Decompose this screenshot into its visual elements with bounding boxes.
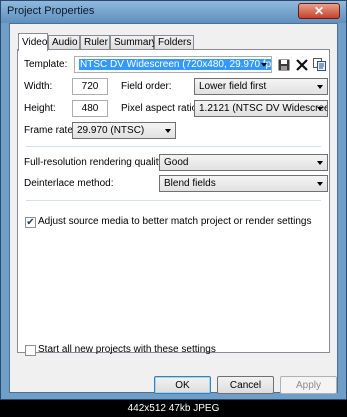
image-caption: 442x512 47kb JPEG — [0, 400, 347, 417]
height-label: Height: — [24, 103, 56, 114]
chevron-down-icon — [165, 129, 171, 133]
adjust-media-checkbox[interactable]: ✔ — [25, 217, 36, 228]
width-label: Width: — [24, 81, 53, 92]
ok-button[interactable]: OK — [154, 376, 211, 394]
close-icon: ✕ — [313, 4, 325, 18]
chevron-down-icon — [317, 107, 323, 111]
frame-rate-dropdown[interactable]: 29.970 (NTSC) — [72, 122, 176, 139]
deinterlace-label: Deinterlace method: — [24, 178, 114, 189]
field-order-value: Lower field first — [199, 81, 267, 92]
checkmark-icon: ✔ — [26, 217, 35, 228]
template-label: Template: — [24, 59, 68, 70]
project-properties-window: Project Properties ✕ Video Audio Ruler S… — [0, 0, 347, 400]
pixel-aspect-ratio-label: Pixel aspect ratio: — [121, 103, 200, 114]
cancel-button[interactable]: Cancel — [217, 376, 274, 394]
tab-folders[interactable]: Folders — [154, 35, 194, 50]
copy-properties-icon[interactable] — [312, 57, 327, 72]
rendering-quality-dropdown[interactable]: Good — [159, 154, 328, 171]
height-field[interactable]: 480 — [72, 100, 108, 117]
frame-rate-value: 29.970 (NTSC) — [77, 125, 145, 136]
tab-ruler[interactable]: Ruler — [80, 35, 110, 50]
delete-icon[interactable] — [294, 57, 309, 72]
template-dropdown[interactable]: NTSC DV Widescreen (720x480, 29.970 fps) — [74, 56, 272, 73]
width-field[interactable]: 720 — [72, 78, 108, 95]
chevron-down-icon — [317, 182, 323, 186]
frame-rate-label: Frame rate: — [24, 125, 76, 136]
adjust-media-label: Adjust source media to better match proj… — [38, 216, 312, 227]
apply-button[interactable]: Apply — [280, 376, 337, 394]
tab-audio[interactable]: Audio — [48, 35, 80, 50]
tab-video[interactable]: Video — [18, 33, 48, 51]
dialog-body: Video Audio Ruler Summary Folders Templa… — [9, 23, 338, 394]
chevron-down-icon — [317, 85, 323, 89]
video-tab-panel: Template: NTSC DV Widescreen (720x480, 2… — [17, 49, 330, 356]
start-new-projects-label: Start all new projects with these settin… — [38, 344, 216, 355]
close-button[interactable]: ✕ — [298, 3, 340, 19]
field-order-dropdown[interactable]: Lower field first — [194, 78, 328, 95]
start-new-projects-checkbox[interactable] — [25, 345, 36, 356]
window-title: Project Properties — [7, 5, 95, 17]
separator — [26, 146, 321, 147]
rendering-quality-label: Full-resolution rendering quality: — [24, 157, 167, 168]
rendering-quality-value: Good — [164, 157, 189, 168]
save-icon[interactable] — [276, 57, 291, 72]
tab-summary[interactable]: Summary — [110, 35, 157, 50]
chevron-down-icon — [317, 161, 323, 165]
pixel-aspect-ratio-dropdown[interactable]: 1.2121 (NTSC DV Widescreen) — [194, 100, 328, 117]
title-bar[interactable]: Project Properties ✕ — [1, 1, 346, 23]
field-order-label: Field order: — [121, 81, 172, 92]
deinterlace-dropdown[interactable]: Blend fields — [159, 175, 328, 192]
separator — [26, 200, 321, 201]
chevron-down-icon — [261, 63, 267, 67]
pixel-aspect-ratio-value: 1.2121 (NTSC DV Widescreen) — [199, 103, 328, 114]
deinterlace-value: Blend fields — [164, 178, 216, 189]
template-value: NTSC DV Widescreen (720x480, 29.970 fps) — [79, 59, 271, 70]
